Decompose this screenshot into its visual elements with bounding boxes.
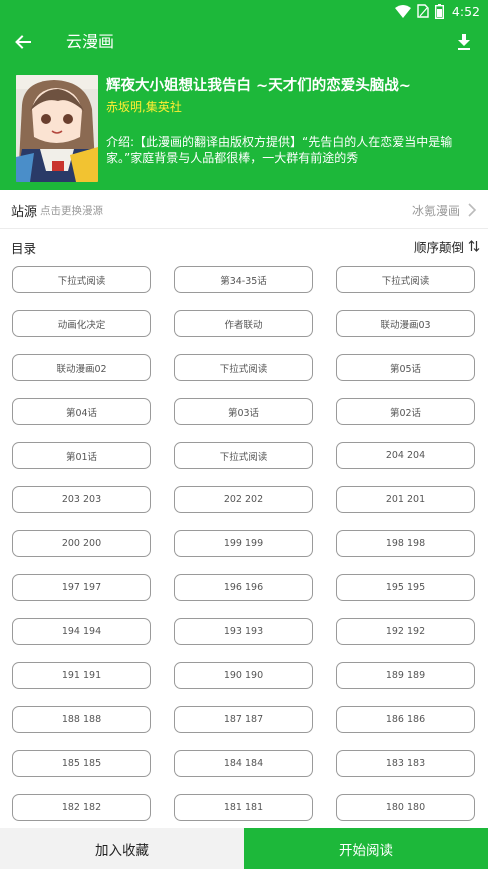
chapter-button[interactable]: 第03话	[174, 398, 313, 425]
status-bar: 4:52	[0, 0, 488, 22]
cover-illustration	[16, 75, 98, 182]
bottom-bar: 加入收藏 开始阅读	[0, 828, 488, 869]
download-icon	[458, 34, 470, 50]
comic-detail-screen: 4:52 云漫画 辉夜大小姐想让我告白 ~天才们的恋爱头脑战~ 赤坂明,集英社 …	[0, 0, 488, 869]
chapter-button[interactable]: 199 199	[174, 530, 313, 557]
chapter-button[interactable]: 第04话	[12, 398, 151, 425]
chapter-button[interactable]: 180 180	[336, 794, 475, 821]
catalog-header: 目录 顺序颠倒	[0, 235, 488, 259]
chapter-button[interactable]: 下拉式阅读	[174, 442, 313, 469]
back-button[interactable]	[10, 30, 36, 54]
chapter-button[interactable]: 186 186	[336, 706, 475, 733]
chapter-button[interactable]: 196 196	[174, 574, 313, 601]
chapter-button[interactable]: 193 193	[174, 618, 313, 645]
order-toggle-button[interactable]: 顺序颠倒	[414, 236, 480, 256]
chapter-button[interactable]: 作者联动	[174, 310, 313, 337]
chapter-button[interactable]: 下拉式阅读	[336, 266, 475, 293]
source-value: 冰氪漫画	[411, 204, 460, 218]
chapter-button[interactable]: 203 203	[12, 486, 151, 513]
chapter-button[interactable]: 联动漫画02	[12, 354, 151, 381]
download-button[interactable]	[452, 30, 476, 54]
chapter-button[interactable]: 189 189	[336, 662, 475, 689]
back-arrow-icon	[15, 35, 31, 49]
chapter-button[interactable]: 181 181	[174, 794, 313, 821]
chapter-button[interactable]: 190 190	[174, 662, 313, 689]
chapter-grid: 下拉式阅读 第34-35话 下拉式阅读 动画化决定 作者联动 联动漫画03 联动漫画02 下拉…	[0, 264, 488, 828]
chapter-button[interactable]: 第02话	[336, 398, 475, 425]
add-favorite-button[interactable]: 加入收藏	[0, 828, 244, 869]
chapter-button[interactable]: 188 188	[12, 706, 151, 733]
chapter-button[interactable]: 联动漫画03	[336, 310, 475, 337]
toolbar: 云漫画	[0, 22, 488, 62]
chapter-button[interactable]: 第05话	[336, 354, 475, 381]
sim-icon	[417, 4, 429, 18]
chapter-button[interactable]: 182 182	[12, 794, 151, 821]
chapter-button[interactable]: 198 198	[336, 530, 475, 557]
comic-author: 赤坂明,集英社	[106, 100, 182, 114]
order-label: 顺序颠倒	[413, 239, 464, 255]
chapter-button[interactable]: 下拉式阅读	[174, 354, 313, 381]
chapter-button[interactable]: 动画化决定	[12, 310, 151, 337]
battery-icon	[434, 3, 444, 19]
chapter-button[interactable]: 200 200	[12, 530, 151, 557]
chapter-button[interactable]: 191 191	[12, 662, 151, 689]
chapter-button[interactable]: 183 183	[336, 750, 475, 777]
chapter-button[interactable]: 194 194	[12, 618, 151, 645]
chapter-button[interactable]: 184 184	[174, 750, 313, 777]
comic-description: 介绍:【此漫画的翻译由版权方提供】“先告白的人在恋爱当中是输家。”家庭背景与人品…	[106, 135, 453, 165]
header: 4:52 云漫画 辉夜大小姐想让我告白 ~天才们的恋爱头脑战~ 赤坂明,集英社 …	[0, 0, 488, 190]
wifi-icon	[394, 4, 411, 18]
chapter-button[interactable]: 197 197	[12, 574, 151, 601]
divider	[0, 228, 488, 229]
chapter-button[interactable]: 195 195	[336, 574, 475, 601]
chapter-button[interactable]: 192 192	[336, 618, 475, 645]
chapter-button[interactable]: 202 202	[174, 486, 313, 513]
comic-cover[interactable]	[16, 75, 98, 182]
start-reading-button[interactable]: 开始阅读	[244, 828, 488, 869]
chevron-right-icon	[468, 203, 477, 217]
chapter-button[interactable]: 204 204	[336, 442, 475, 469]
chapter-button[interactable]: 185 185	[12, 750, 151, 777]
source-selector[interactable]: 站源 点击更换漫源 冰氪漫画	[0, 197, 488, 225]
sort-icon	[468, 240, 480, 252]
source-label: 站源	[11, 205, 38, 220]
source-hint: 点击更换漫源	[40, 205, 103, 217]
chapter-button[interactable]: 第01话	[12, 442, 151, 469]
app-title: 云漫画	[66, 32, 115, 51]
status-icons: 4:52	[394, 2, 480, 20]
chapter-button[interactable]: 下拉式阅读	[12, 266, 151, 293]
comic-title: 辉夜大小姐想让我告白 ~天才们的恋爱头脑战~	[106, 78, 411, 94]
status-time: 4:52	[451, 3, 480, 19]
chapter-button[interactable]: 201 201	[336, 486, 475, 513]
catalog-label: 目录	[11, 241, 37, 256]
chapter-button[interactable]: 第34-35话	[174, 266, 313, 293]
chapter-button[interactable]: 187 187	[174, 706, 313, 733]
